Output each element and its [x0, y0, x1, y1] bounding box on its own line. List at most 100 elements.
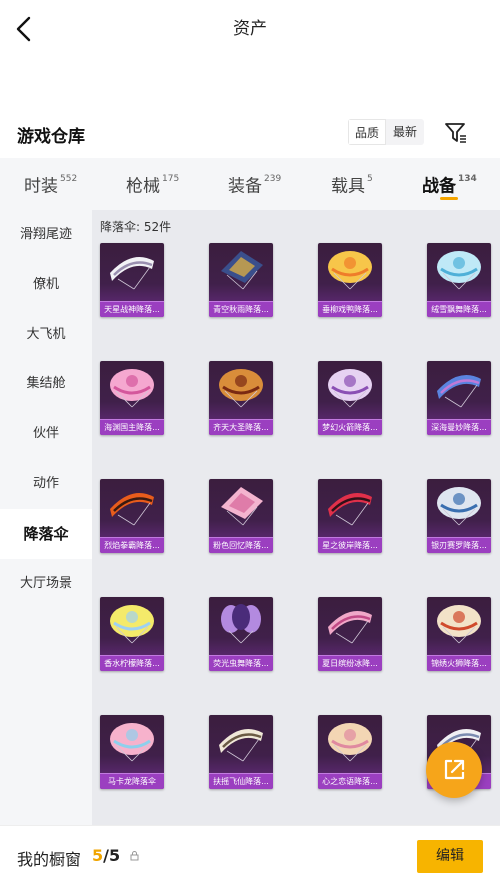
filter-icon[interactable] [444, 121, 468, 145]
parachute-name: 烈焰拳霸降落... [100, 537, 164, 553]
parachute-card[interactable]: 银刃赛罗降落... [427, 479, 491, 553]
showcase-total: /5 [103, 846, 121, 865]
parachute-card[interactable]: 锦绣火狮降落... [427, 597, 491, 671]
parachute-name: 梦幻火箭降落... [318, 419, 382, 435]
tab-fashion[interactable]: 时装 552 [24, 158, 77, 210]
parachute-image [110, 605, 154, 644]
parachute-card[interactable]: 青空秋雨降落... [209, 243, 273, 317]
parachute-name: 荧光虫舞降落... [209, 655, 273, 671]
parachute-card[interactable]: 垂柳戏鸭降落... [318, 243, 382, 317]
tab-count: 5 [367, 174, 373, 184]
tab-equipment[interactable]: 装备 239 [228, 158, 281, 210]
tab-count: 134 [458, 174, 477, 184]
category-tabs: 时装 552 枪械 175 装备 239 载具 5 战备 134 [0, 158, 500, 210]
sort-newest-button[interactable]: 最新 [386, 119, 424, 145]
sidebar-item-parachute[interactable]: 降落伞 [0, 509, 92, 559]
parachute-card[interactable]: 星之彼岸降落... [318, 479, 382, 553]
parachute-name: 香水柠檬降落... [100, 655, 164, 671]
parachute-name: 天星战神降落... [100, 301, 164, 317]
edit-button[interactable]: 编辑 [417, 840, 483, 873]
parachute-card[interactable]: 夏日缤纷冰降... [318, 597, 382, 671]
parachute-image [437, 605, 481, 644]
parachute-card[interactable]: 粉色回忆降落... [209, 479, 273, 553]
parachute-name: 马卡龙降落伞 [100, 773, 164, 789]
tab-label: 枪械 [126, 176, 160, 197]
parachute-name: 绒雪飘舞降落... [427, 301, 491, 317]
tab-count: 239 [264, 174, 282, 184]
share-button[interactable] [426, 742, 482, 798]
item-count: 降落伞: 52件 [100, 220, 172, 234]
parachute-image [221, 604, 261, 644]
share-icon [444, 759, 465, 780]
parachute-card[interactable]: 马卡龙降落伞 [100, 715, 164, 789]
parachute-name: 垂柳戏鸭降落... [318, 301, 382, 317]
item-grid-area: 降落伞: 52件 天星战神降落... 青空秋雨降落... 垂柳戏鸭降落... 绒雪飘舞… [92, 210, 500, 825]
parachute-name: 锦绣火狮降落... [427, 655, 491, 671]
parachute-name: 青空秋雨降落... [209, 301, 273, 317]
parachute-name: 扶摇飞仙降落... [209, 773, 273, 789]
sort-toggle: 品质 最新 [348, 119, 424, 145]
parachute-image [110, 369, 154, 408]
showcase-current: 5 [92, 846, 104, 865]
parachute-image [437, 375, 481, 408]
showcase-count: 5/5 [92, 846, 120, 865]
sort-quality-button[interactable]: 品质 [348, 119, 386, 145]
parachute-card[interactable]: 扶摇飞仙降落... [209, 715, 273, 789]
parachute-card[interactable]: 梦幻火箭降落... [318, 361, 382, 435]
tab-vehicles[interactable]: 载具 5 [331, 158, 373, 210]
page-title: 资产 [233, 19, 267, 39]
tab-label: 战备 [422, 176, 456, 197]
parachute-card[interactable]: 烈焰拳霸降落... [100, 479, 164, 553]
sidebar-item-glide-trail[interactable]: 滑翔尾迹 [0, 210, 92, 260]
top-bar: 资产 [0, 0, 500, 58]
parachute-name: 粉色回忆降落... [209, 537, 273, 553]
parachute-card[interactable]: 荧光虫舞降落... [209, 597, 273, 671]
parachute-card[interactable]: 心之恋语降落... [318, 715, 382, 789]
sidebar-item-assembly-pod[interactable]: 集结舱 [0, 359, 92, 409]
parachute-image [219, 729, 263, 762]
parachute-image [219, 369, 263, 408]
parachute-image [328, 251, 372, 290]
tab-label: 时装 [24, 176, 58, 197]
parachute-image [110, 257, 154, 290]
lock-icon [130, 851, 139, 861]
parachute-card[interactable]: 天星战神降落... [100, 243, 164, 317]
parachute-name: 心之恋语降落... [318, 773, 382, 789]
tab-label: 载具 [331, 176, 365, 197]
subcategory-sidebar: 滑翔尾迹 僚机 大飞机 集结舱 伙伴 动作 降落伞 大厅场景 [0, 210, 92, 825]
parachute-card[interactable]: 绒雪飘舞降落... [427, 243, 491, 317]
sidebar-item-emote[interactable]: 动作 [0, 459, 92, 509]
parachute-image [328, 723, 372, 762]
parachute-card[interactable]: 深海曼妙降落... [427, 361, 491, 435]
parachute-card[interactable]: 海渊国主降落... [100, 361, 164, 435]
parachute-name: 夏日缤纷冰降... [318, 655, 382, 671]
warehouse-title: 游戏仓库 [17, 127, 85, 147]
parachute-image [437, 251, 481, 290]
tab-count: 552 [60, 174, 78, 184]
parachute-image [110, 493, 154, 526]
parachute-image [328, 493, 372, 526]
parachute-name: 银刃赛罗降落... [427, 537, 491, 553]
parachute-image [221, 487, 263, 526]
sidebar-item-companion[interactable]: 伙伴 [0, 409, 92, 459]
tab-label: 装备 [228, 176, 262, 197]
sidebar-item-wingman[interactable]: 僚机 [0, 260, 92, 310]
showcase-bar: 我的橱窗 5/5 编辑 [0, 825, 500, 885]
parachute-name: 齐天大圣降落... [209, 419, 273, 435]
sidebar-item-big-plane[interactable]: 大飞机 [0, 310, 92, 360]
sidebar-item-lobby-scene[interactable]: 大厅场景 [0, 559, 92, 609]
tab-battle-gear[interactable]: 战备 134 [422, 158, 477, 210]
warehouse-header: 游戏仓库 品质 最新 [0, 110, 500, 158]
tab-weapons[interactable]: 枪械 175 [126, 158, 179, 210]
tab-count: 175 [162, 174, 180, 184]
parachute-image [110, 723, 154, 762]
parachute-image [221, 251, 263, 290]
active-tab-indicator [440, 197, 458, 200]
parachute-image [437, 487, 481, 526]
parachute-image [328, 611, 372, 644]
parachute-card[interactable]: 香水柠檬降落... [100, 597, 164, 671]
parachute-name: 海渊国主降落... [100, 419, 164, 435]
parachute-card[interactable]: 齐天大圣降落... [209, 361, 273, 435]
parachute-name: 深海曼妙降落... [427, 419, 491, 435]
parachute-image [328, 369, 372, 408]
